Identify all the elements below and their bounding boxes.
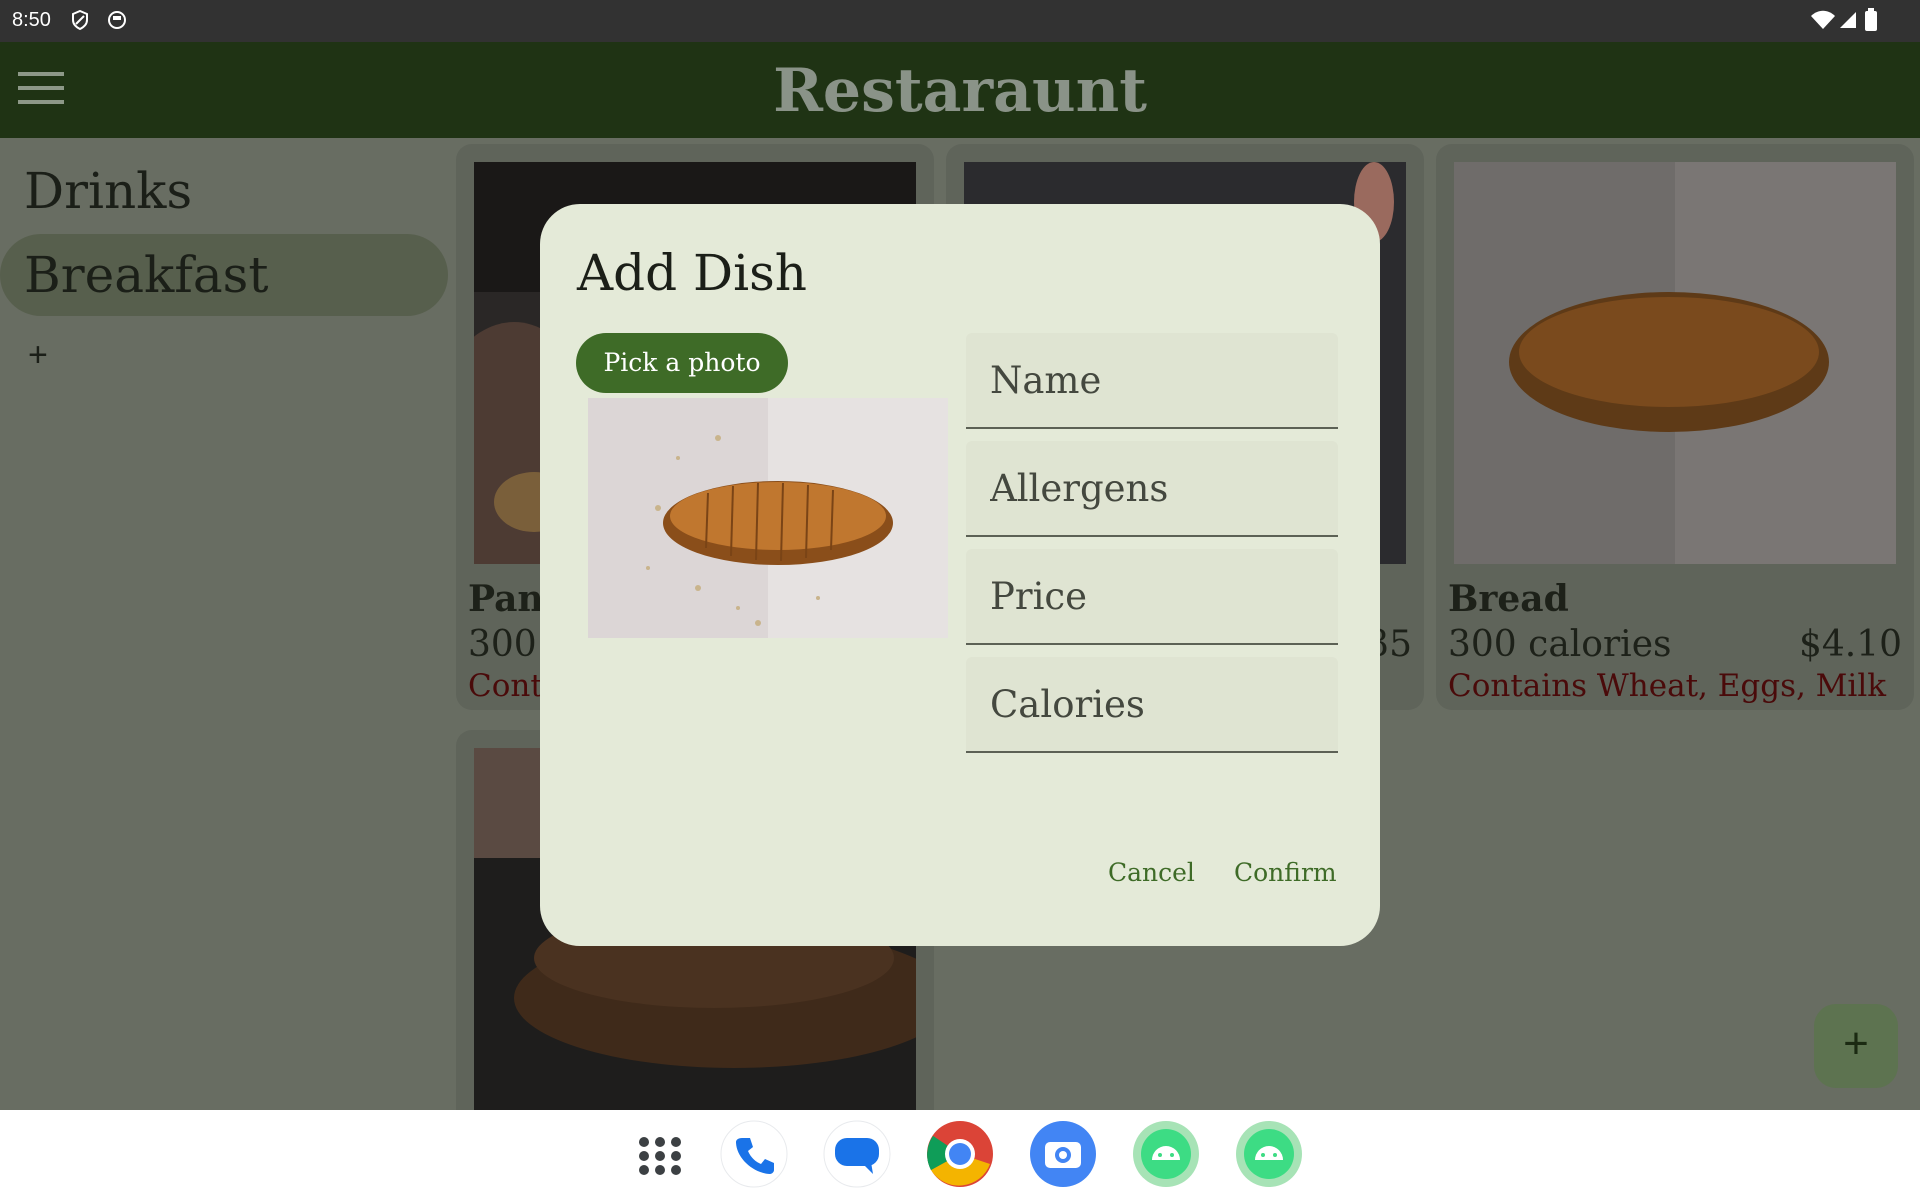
- allergens-field[interactable]: [966, 441, 1338, 537]
- pick-photo-button[interactable]: Pick a photo: [576, 333, 788, 393]
- app-title: Restaraunt: [773, 56, 1147, 126]
- sidebar-item-drinks[interactable]: Drinks: [24, 162, 192, 220]
- sidebar-item-breakfast[interactable]: Breakfast: [24, 246, 268, 304]
- android-app-icon[interactable]: [1132, 1120, 1200, 1188]
- price-input[interactable]: [966, 549, 1338, 643]
- dish-price: $4.10: [1798, 624, 1902, 665]
- android-app-icon[interactable]: [1235, 1120, 1303, 1188]
- messages-icon[interactable]: [823, 1120, 891, 1188]
- confirm-button[interactable]: Confirm: [1234, 858, 1337, 887]
- camera-icon[interactable]: [1029, 1120, 1097, 1188]
- battery-icon: [1865, 8, 1877, 31]
- name-field[interactable]: [966, 333, 1338, 429]
- chrome-icon[interactable]: [926, 1120, 994, 1188]
- app-drawer-icon[interactable]: [626, 1120, 694, 1188]
- dish-photo: [1454, 162, 1896, 564]
- calories-field[interactable]: [966, 657, 1338, 753]
- name-input[interactable]: [966, 333, 1338, 427]
- status-time: 8:50: [12, 9, 51, 31]
- dish-card[interactable]: Bread 300 calories $4.10 Contains Wheat,…: [1436, 144, 1914, 710]
- calories-input[interactable]: [966, 657, 1338, 751]
- dish-calories: 300 calories: [1448, 624, 1672, 665]
- add-category-button[interactable]: +: [28, 336, 48, 375]
- add-dish-fab[interactable]: +: [1814, 1004, 1898, 1088]
- add-dish-dialog: Add Dish Pick a photo Cancel Confirm: [540, 204, 1380, 946]
- wifi-icon: [1811, 10, 1835, 29]
- phone-icon[interactable]: [720, 1120, 788, 1188]
- app-notification-icon: [108, 11, 126, 29]
- dish-name: Bread: [1448, 578, 1569, 620]
- dish-allergens: Contains Wheat, Eggs, Milk: [1448, 668, 1887, 704]
- status-bar: 8:50: [0, 0, 1920, 42]
- shield-icon: [72, 10, 88, 30]
- allergens-input[interactable]: [966, 441, 1338, 535]
- price-field[interactable]: [966, 549, 1338, 645]
- photo-preview: [588, 398, 948, 638]
- cancel-button[interactable]: Cancel: [1108, 858, 1195, 887]
- category-sidebar: Drinks Breakfast +: [0, 138, 450, 1110]
- dialog-title: Add Dish: [577, 244, 807, 302]
- taskbar: [0, 1110, 1920, 1200]
- app-bar: Restaraunt: [0, 42, 1920, 138]
- cell-signal-icon: [1840, 12, 1856, 28]
